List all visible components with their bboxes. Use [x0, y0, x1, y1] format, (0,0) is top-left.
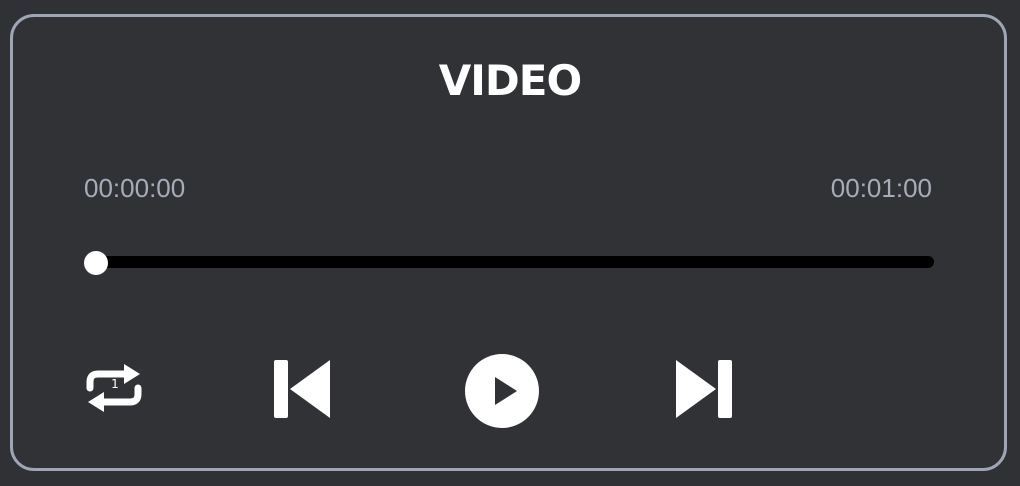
progress-track[interactable] [92, 256, 934, 268]
previous-button[interactable] [270, 356, 334, 422]
skip-previous-icon [274, 360, 330, 418]
repeat-count-badge: 1 [111, 377, 119, 391]
skip-next-icon [676, 360, 732, 418]
progress-thumb[interactable] [84, 251, 108, 275]
media-player-window: VIDEO 00:00:00 00:01:00 1 [0, 0, 1020, 486]
player-title: VIDEO [438, 56, 582, 105]
next-button[interactable] [672, 356, 736, 422]
play-circle-icon [465, 354, 539, 428]
play-button[interactable] [462, 351, 542, 431]
current-time: 00:00:00 [84, 173, 186, 203]
repeat-button[interactable]: 1 [82, 362, 146, 414]
total-time: 00:01:00 [830, 173, 932, 203]
